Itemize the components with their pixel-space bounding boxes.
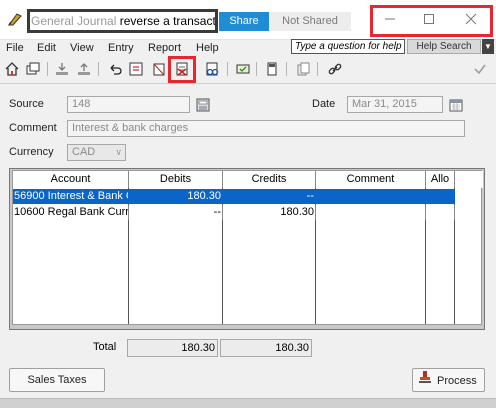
cell-credits[interactable]: 180.30 xyxy=(223,205,316,220)
stamp-icon xyxy=(417,369,433,393)
toolbar-separator xyxy=(256,62,257,76)
toolbar-separator xyxy=(98,62,99,76)
process-button[interactable]: Process xyxy=(412,368,485,392)
help-search-button[interactable]: Help Search xyxy=(407,39,481,54)
menu-report[interactable]: Report xyxy=(148,40,181,56)
sales-taxes-label: Sales Taxes xyxy=(27,374,87,386)
calendar-icon[interactable] xyxy=(447,96,465,113)
menu-edit[interactable]: Edit xyxy=(37,40,56,56)
adjust-entry-icon[interactable] xyxy=(234,60,252,78)
close-icon xyxy=(465,13,477,28)
date-label: Date xyxy=(312,98,336,110)
toolbar xyxy=(0,56,496,84)
minimize-button[interactable] xyxy=(373,8,407,32)
table-row[interactable]: 10600 Regal Bank Curre -- 180.30 xyxy=(13,205,483,220)
toolbar-separator xyxy=(47,62,48,76)
menu-entry[interactable]: Entry xyxy=(108,40,134,56)
journal-grid-body: Account Debits Credits Comment Allo 5690… xyxy=(12,170,483,325)
column-header-comment[interactable]: Comment xyxy=(316,171,426,188)
total-label: Total xyxy=(93,341,117,353)
upload-icon[interactable] xyxy=(75,60,93,78)
comment-label: Comment xyxy=(9,122,57,134)
column-header-account[interactable]: Account xyxy=(13,171,129,188)
chevron-down-icon: ∨ xyxy=(115,147,122,157)
column-header-allocation[interactable]: Allo xyxy=(426,171,455,188)
cell-allocation[interactable] xyxy=(426,205,455,220)
checkmark-icon[interactable] xyxy=(471,60,489,78)
recurring-icon[interactable] xyxy=(150,60,168,78)
date-input[interactable]: Mar 31, 2015 xyxy=(347,96,443,113)
total-debits: 180.30 xyxy=(127,339,218,357)
toolbar-separator xyxy=(317,62,318,76)
chevron-down-icon: ▼ xyxy=(484,42,492,51)
cell-comment[interactable] xyxy=(316,189,426,204)
column-header-debits[interactable]: Debits xyxy=(129,171,223,188)
document-title: reverse a transaction xyxy=(119,14,216,28)
maximize-icon xyxy=(423,13,435,28)
journal-entry-icon[interactable] xyxy=(127,60,145,78)
grid-header: Account Debits Credits Comment Allo xyxy=(13,171,483,188)
windows-icon[interactable] xyxy=(24,60,42,78)
minimize-icon xyxy=(384,13,396,28)
sales-taxes-button[interactable]: Sales Taxes xyxy=(9,368,105,392)
comment-input[interactable]: Interest & bank charges xyxy=(67,120,465,137)
process-label: Process xyxy=(437,374,477,387)
cell-allocation[interactable] xyxy=(426,189,455,204)
share-button[interactable]: Share xyxy=(219,12,269,31)
currency-select[interactable]: CAD ∨ xyxy=(67,144,126,161)
help-question-input[interactable]: Type a question for help xyxy=(291,39,405,54)
copy-icon[interactable] xyxy=(294,60,312,78)
toolbar-separator xyxy=(227,62,228,76)
source-label: Source xyxy=(9,98,44,110)
cell-comment[interactable] xyxy=(316,205,426,220)
home-icon[interactable] xyxy=(3,60,21,78)
maximize-button[interactable] xyxy=(412,8,446,32)
cell-debits[interactable]: -- xyxy=(129,205,223,220)
column-header-credits[interactable]: Credits xyxy=(223,171,316,188)
status-strip xyxy=(0,398,496,408)
close-button[interactable] xyxy=(454,8,488,32)
menu-view[interactable]: View xyxy=(70,40,94,56)
save-icon[interactable] xyxy=(53,60,71,78)
undo-icon[interactable] xyxy=(106,60,124,78)
window-title: General Journal reverse a transaction xyxy=(27,9,218,33)
cell-debits[interactable]: 180.30 xyxy=(129,189,223,204)
title-bar: General Journal reverse a transaction Sh… xyxy=(0,0,496,40)
app-name: General Journal xyxy=(31,14,117,28)
highlight-reverse-button xyxy=(168,56,196,83)
sharing-status: Not Shared xyxy=(269,12,351,31)
cell-account[interactable]: 10600 Regal Bank Curre xyxy=(13,205,129,220)
cell-credits[interactable]: -- xyxy=(223,189,316,204)
help-dropdown-button[interactable]: ▼ xyxy=(482,39,494,54)
toolbar-separator xyxy=(286,62,287,76)
cell-account[interactable]: 56900 Interest & Bank C xyxy=(13,189,129,204)
link-icon[interactable] xyxy=(326,60,344,78)
source-input[interactable]: 148 xyxy=(67,96,190,113)
source-lookup-icon[interactable] xyxy=(194,96,212,113)
table-row[interactable]: 56900 Interest & Bank C 180.30 -- xyxy=(13,189,483,204)
calculator-icon[interactable] xyxy=(263,60,281,78)
currency-label: Currency xyxy=(9,146,54,158)
column-header-spacer xyxy=(455,171,483,188)
lookup-icon[interactable] xyxy=(203,60,221,78)
currency-value: CAD xyxy=(72,146,96,158)
journal-grid: Account Debits Credits Comment Allo 5690… xyxy=(9,168,485,330)
menu-help[interactable]: Help xyxy=(196,40,219,56)
total-credits: 180.30 xyxy=(220,339,312,357)
quill-pen-icon xyxy=(7,11,23,27)
menu-file[interactable]: File xyxy=(6,40,24,56)
